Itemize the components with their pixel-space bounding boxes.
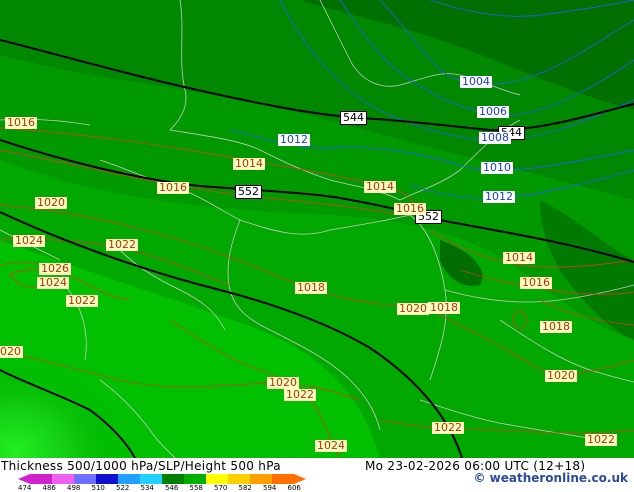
- slp-label-red: 1016: [394, 202, 426, 215]
- slp-label-red: 1018: [295, 281, 327, 294]
- slp-label-red: 1024: [315, 439, 347, 452]
- scale-segment: [118, 474, 141, 484]
- scale-arrow-right: [294, 474, 306, 484]
- slp-label-blue: 1012: [278, 133, 310, 146]
- slp-label-red: 1026: [39, 262, 71, 275]
- scale-ticks: 474 486 498 510 522 534 546 558 570 582 594 606: [0, 484, 320, 492]
- scale-tick-label: 534: [140, 484, 154, 492]
- scale-tick-label: 486: [42, 484, 56, 492]
- scale-segment: [162, 474, 185, 484]
- scale-tick-label: 498: [67, 484, 81, 492]
- scale-segments: [30, 474, 295, 484]
- scale-segment: [228, 474, 251, 484]
- slp-label-red: 1022: [432, 421, 464, 434]
- scale-segment: [272, 474, 295, 484]
- scale-arrow-left: [18, 474, 30, 484]
- slp-label-red: 1022: [106, 238, 138, 251]
- slp-label-red: 1022: [66, 294, 98, 307]
- slp-label-blue: 1008: [479, 131, 511, 144]
- scale-tick-label: 510: [91, 484, 105, 492]
- scale-tick-label: 546: [165, 484, 179, 492]
- map-title: Thickness 500/1000 hPa/SLP/Height 500 hP…: [1, 459, 281, 473]
- slp-label-blue: 1006: [477, 105, 509, 118]
- slp-label-red: 1022: [585, 433, 617, 446]
- scale-segment: [140, 474, 163, 484]
- slp-label-blue: 1010: [481, 161, 513, 174]
- scale-tick-label: 558: [189, 484, 203, 492]
- scale-segment: [250, 474, 273, 484]
- slp-label-red: 1022: [284, 388, 316, 401]
- slp-label-red: 1020: [545, 369, 577, 382]
- slp-label-red: 1014: [233, 157, 265, 170]
- slp-label-blue: 1004: [460, 75, 492, 88]
- scale-tick-label: 570: [214, 484, 228, 492]
- slp-label-red: 1016: [5, 116, 37, 129]
- scale-segment: [184, 474, 207, 484]
- slp-label-red: 1020: [0, 346, 23, 358]
- scale-tick-label: 606: [287, 484, 301, 492]
- slp-label-red: 1016: [157, 181, 189, 194]
- slp-label-red: 1020: [397, 302, 429, 315]
- scale-segment: [52, 474, 75, 484]
- map-footer: Thickness 500/1000 hPa/SLP/Height 500 hP…: [0, 458, 634, 492]
- slp-label-red: 1024: [37, 276, 69, 289]
- slp-label-red: 1024: [13, 234, 45, 247]
- slp-label-red: 1020: [35, 196, 67, 209]
- slp-label-red: 1014: [503, 251, 535, 264]
- credit-link[interactable]: © weatheronline.co.uk: [473, 471, 628, 485]
- slp-label-red: 1016: [520, 276, 552, 289]
- scale-tick-label: 522: [116, 484, 130, 492]
- slp-label-red: 1018: [428, 301, 460, 314]
- height-label: 544: [340, 111, 367, 125]
- weather-map: 544 544 552 552 1004 1006 1008 1010 1012…: [0, 0, 634, 458]
- height-label: 552: [235, 185, 262, 199]
- scale-tick-label: 582: [238, 484, 252, 492]
- scale-segment: [206, 474, 229, 484]
- slp-label-blue: 1012: [483, 190, 515, 203]
- slp-label-red: 1018: [540, 320, 572, 333]
- scale-segment: [74, 474, 97, 484]
- scale-segment: [96, 474, 119, 484]
- map-svg: [0, 0, 634, 458]
- slp-label-red: 1014: [364, 180, 396, 193]
- scale-segment: [30, 474, 53, 484]
- scale-tick-label: 594: [263, 484, 277, 492]
- scale-tick-label: 474: [18, 484, 32, 492]
